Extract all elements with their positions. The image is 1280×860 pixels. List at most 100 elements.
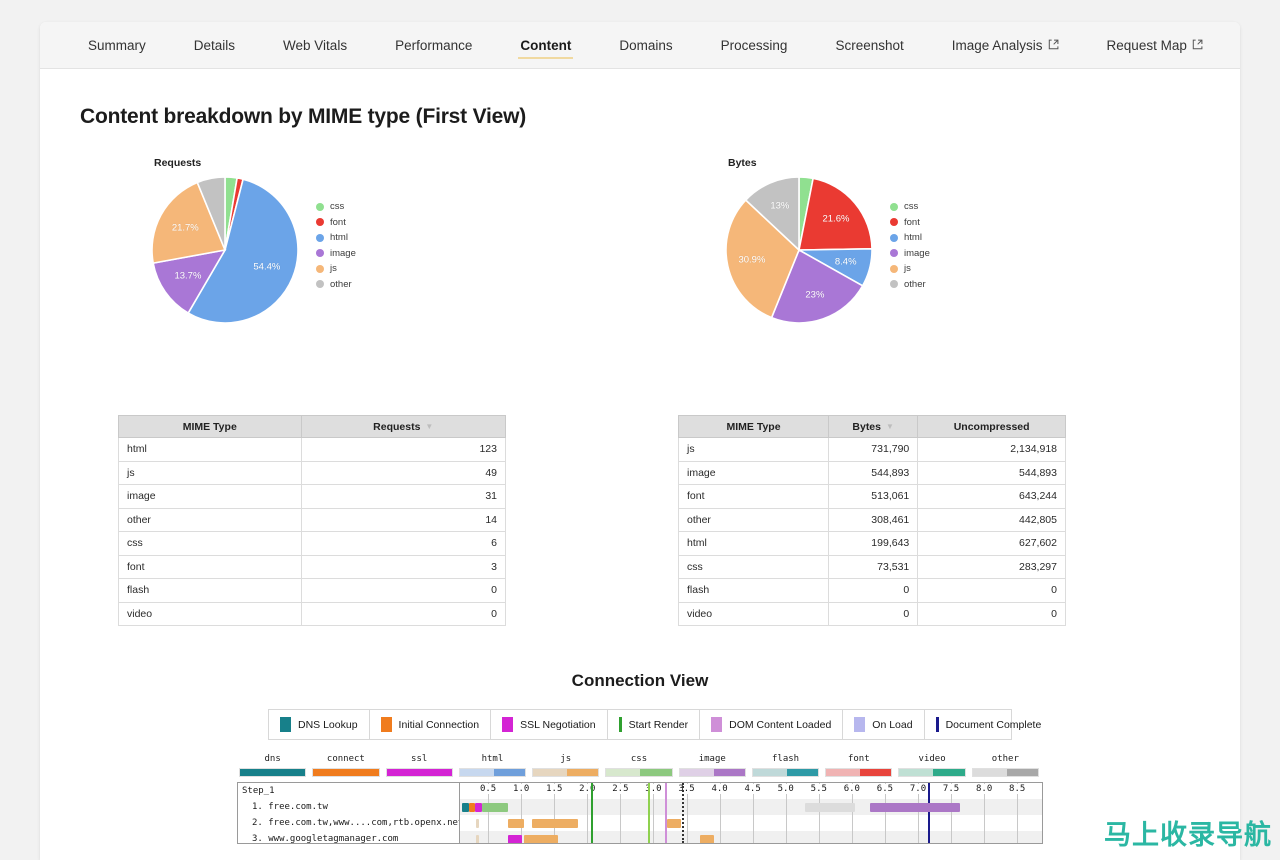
waterfall-request-bar[interactable] [476, 834, 479, 843]
cell-mime-type: flash [118, 578, 302, 603]
cell-requests: 3 [300, 554, 506, 579]
waterfall-tick-label: 1.0 [512, 784, 531, 794]
external-link-icon [1192, 39, 1203, 50]
pie-label-js: 30.9% [738, 254, 766, 266]
tab-details[interactable]: Details [170, 22, 259, 68]
cell-requests: 0 [300, 601, 506, 626]
cell-bytes: 308,461 [828, 507, 919, 532]
tab-screenshot[interactable]: Screenshot [811, 22, 927, 68]
waterfall-request-bar[interactable] [508, 834, 522, 843]
legend-item-font[interactable]: font [890, 215, 930, 231]
bytes-pie-chart: 21.6% 8.4% 23% 30.9% 13% [726, 177, 872, 323]
tab-summary[interactable]: Summary [64, 22, 170, 68]
tab-content[interactable]: Content [496, 22, 595, 68]
cell-mime-type: html [677, 531, 830, 556]
cell-mime-type: other [118, 507, 302, 532]
waterfall-request-label[interactable]: 1. free.com.tw [238, 799, 459, 815]
legend-item-css[interactable]: css [316, 199, 356, 215]
waterfall-request-bar[interactable] [482, 802, 508, 812]
waterfall-request-bar[interactable] [870, 802, 960, 812]
legend-swatch-image [316, 249, 324, 258]
legend-item-js[interactable]: js [890, 261, 930, 277]
tab-web-vitals[interactable]: Web Vitals [259, 22, 371, 68]
cell-mime-type: video [118, 601, 302, 626]
waterfall-type-label: connect [326, 754, 365, 764]
col-uncompressed[interactable]: Uncompressed [917, 415, 1066, 438]
waterfall-type-css: css [605, 754, 673, 777]
bytes-table: MIME Type Bytes ▼ Uncompressed js 731,790 2… [677, 415, 1066, 626]
conn-legend-label: DOM Content Loaded [729, 718, 832, 731]
waterfall-type-dns: dns [239, 754, 307, 777]
tab-processing[interactable]: Processing [697, 22, 812, 68]
legend-swatch-font [316, 218, 324, 227]
legend-label: other [330, 278, 352, 290]
conn-legend-on-load[interactable]: On Load [843, 710, 925, 739]
cell-uncompressed: 544,893 [917, 460, 1066, 485]
waterfall-type-bar [532, 768, 600, 777]
legend-item-js[interactable]: js [316, 261, 356, 277]
cell-mime-type: font [677, 484, 830, 509]
bytes-pie-block: Bytes 21.6% 8.4% 23% 30.9% 13% css font html im… [726, 157, 930, 323]
waterfall-tick-label: 4.5 [743, 784, 762, 794]
legend-item-html[interactable]: html [890, 230, 930, 246]
tab-domains[interactable]: Domains [595, 22, 696, 68]
legend-label: image [904, 247, 930, 259]
legend-item-css[interactable]: css [890, 199, 930, 215]
tab-label: Image Analysis [951, 37, 1043, 53]
conn-legend-dom-content-loaded[interactable]: DOM Content Loaded [700, 710, 844, 739]
waterfall-request-bar[interactable] [700, 834, 714, 843]
waterfall-request-label[interactable]: 2. free.com.tw,www....com,rtb.openx.net [238, 815, 459, 831]
waterfall-request-bar[interactable] [532, 818, 578, 828]
legend-item-font[interactable]: font [316, 215, 356, 231]
cell-uncompressed: 627,602 [917, 531, 1066, 556]
conn-legend-initial-connection[interactable]: Initial Connection [370, 710, 492, 739]
legend-swatch-css [316, 202, 324, 211]
conn-legend-dns-lookup[interactable]: DNS Lookup [269, 710, 370, 739]
waterfall-request-bar[interactable] [462, 802, 469, 812]
waterfall-request-bar[interactable] [508, 818, 524, 828]
waterfall-tick-label: 3.5 [677, 784, 696, 794]
table-row: video 0 [118, 601, 506, 626]
legend-swatch-css [890, 202, 898, 211]
pie-label-image: 23% [805, 289, 825, 301]
bytes-pie-legend: css font html image js other [890, 199, 930, 292]
waterfall-type-other: other [971, 754, 1039, 777]
table-row: flash 0 0 [677, 578, 1066, 603]
col-bytes[interactable]: Bytes ▼ [828, 415, 919, 438]
waterfall-tick-label: 5.0 [776, 784, 795, 794]
waterfall-request-bar[interactable] [667, 818, 681, 828]
legend-item-other[interactable]: other [890, 277, 930, 293]
col-mime-type[interactable]: MIME Type [118, 415, 302, 438]
cell-bytes: 544,893 [828, 460, 919, 485]
waterfall-request-bar[interactable] [805, 802, 855, 812]
legend-item-other[interactable]: other [316, 277, 356, 293]
waterfall-tick-label: 0.5 [478, 784, 498, 794]
tab-performance[interactable]: Performance [371, 22, 496, 68]
waterfall-request-bar[interactable] [476, 818, 479, 828]
tab-label: Details [193, 37, 236, 53]
col-requests[interactable]: Requests ▼ [300, 415, 506, 438]
legend-item-image[interactable]: image [316, 246, 356, 262]
waterfall-step-label[interactable]: Step_1 [238, 783, 459, 799]
waterfall-request-label[interactable]: 3. www.googletagmanager.com [238, 831, 459, 843]
tab-image-analysis[interactable]: Image Analysis [928, 22, 1083, 68]
cell-bytes: 199,643 [828, 531, 919, 556]
waterfall-request-bar[interactable] [475, 802, 482, 812]
legend-swatch-image [890, 249, 898, 258]
legend-item-image[interactable]: image [890, 246, 930, 262]
conn-legend-start-render[interactable]: Start Render [608, 710, 701, 739]
cell-uncompressed: 643,244 [917, 484, 1066, 509]
conn-legend-ssl-negotiation[interactable]: SSL Negotiation [491, 710, 608, 739]
legend-item-html[interactable]: html [316, 230, 356, 246]
legend-label: font [330, 216, 346, 228]
waterfall-type-image: image [678, 754, 746, 777]
conn-legend-document-complete[interactable]: Document Complete [925, 710, 1053, 739]
waterfall-request-bar[interactable] [524, 834, 558, 843]
table-header-row: MIME Type Requests ▼ [118, 415, 506, 438]
cell-mime-type: html [118, 437, 302, 462]
waterfall-tick-label: 4.0 [710, 784, 729, 794]
col-mime-type[interactable]: MIME Type [677, 415, 830, 438]
waterfall-tick-label: 6.5 [875, 784, 895, 794]
tab-request-map[interactable]: Request Map [1083, 22, 1227, 68]
legend-label: js [904, 263, 911, 275]
